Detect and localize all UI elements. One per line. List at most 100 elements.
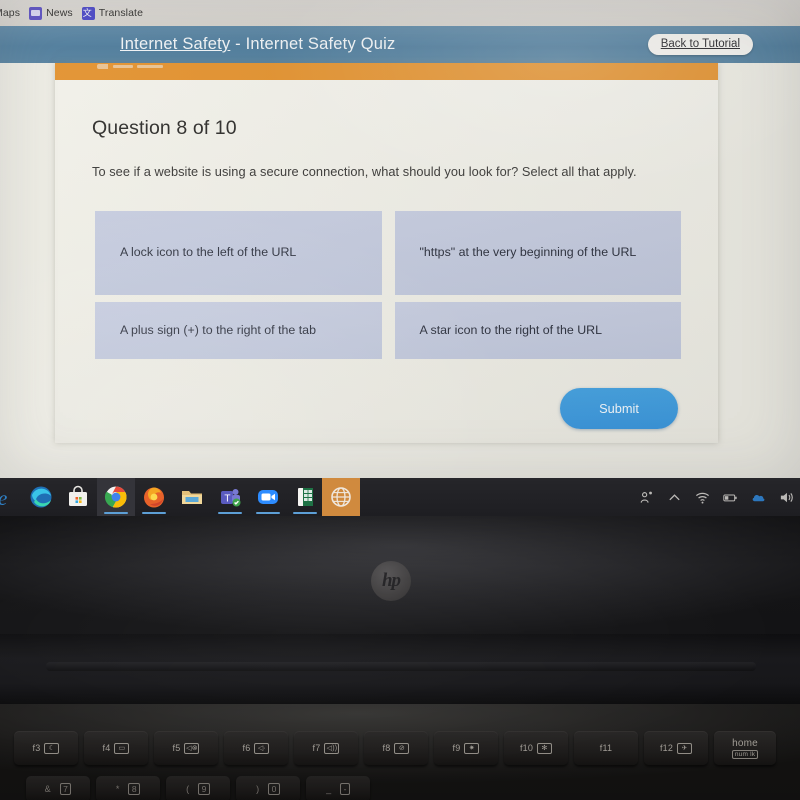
answer-option-1[interactable]: A lock icon to the left of the URL — [95, 211, 382, 295]
key-label: f9 — [452, 743, 461, 753]
chevron-up-icon[interactable] — [667, 490, 682, 505]
taskbar-item-globe-app[interactable] — [322, 478, 360, 516]
question-counter: Question 8 of 10 — [92, 117, 237, 139]
key-f12[interactable]: f12 ✈ — [644, 731, 708, 765]
key-f11[interactable]: f11 — [574, 731, 638, 765]
bookmark-maps[interactable]: Maps — [0, 7, 20, 19]
key-f3[interactable]: f3 ☾ — [14, 731, 78, 765]
key-label: f11 — [599, 743, 613, 753]
internet-explorer-icon: e — [0, 486, 7, 510]
answer-row-2: A plus sign (+) to the right of the tab … — [95, 302, 681, 359]
bookmark-label: News — [46, 7, 73, 19]
key-8[interactable]: * 8 — [96, 776, 160, 800]
key-label: f6 — [242, 743, 251, 753]
quiz-name: Internet Safety Quiz — [245, 35, 396, 53]
bookmark-label: Maps — [0, 7, 21, 19]
bookmark-news[interactable]: News — [29, 6, 73, 20]
key-label: 7 — [59, 783, 72, 795]
key-f4[interactable]: f4 ▭ — [84, 731, 148, 765]
key-7[interactable]: & 7 — [26, 776, 90, 800]
taskbar-item-google-chrome[interactable] — [97, 478, 135, 516]
key-label: f4 — [102, 743, 111, 753]
mute-icon: ◁⊗ — [184, 742, 200, 754]
news-icon — [29, 6, 43, 20]
key-0[interactable]: ) 0 — [236, 776, 300, 800]
microsoft-teams-icon: T — [221, 489, 241, 507]
taskbar-item-file-explorer[interactable] — [173, 478, 211, 516]
key-f7[interactable]: f7 ◁)) — [294, 731, 358, 765]
brightness-down-icon: ✷ — [464, 742, 480, 754]
globe-icon — [331, 487, 351, 507]
key-f6[interactable]: f6 ◁· — [224, 731, 288, 765]
people-share-icon[interactable] — [639, 490, 654, 505]
key-label: f3 — [32, 743, 41, 753]
key-label: home — [732, 737, 758, 749]
volume-down-icon: ◁· — [254, 742, 270, 754]
key-label: - — [340, 783, 350, 795]
svg-text:T: T — [224, 494, 230, 505]
taskbar-item-microsoft-store[interactable] — [59, 478, 97, 516]
bookmark-translate[interactable]: Translate — [81, 6, 144, 20]
system-tray — [639, 478, 794, 516]
bookmark-label: Translate — [98, 7, 144, 19]
key-label: f8 — [382, 743, 391, 753]
key-f10[interactable]: f10 ✻ — [504, 731, 568, 765]
answer-option-3[interactable]: A plus sign (+) to the right of the tab — [95, 302, 382, 359]
key-f5[interactable]: f5 ◁⊗ — [154, 731, 218, 765]
airplane-icon: ✈ — [677, 742, 693, 754]
volume-icon[interactable] — [779, 490, 794, 505]
key-f9[interactable]: f9 ✷ — [434, 731, 498, 765]
breadcrumb[interactable]: Internet Safety — [120, 35, 230, 53]
microsoft-excel-icon — [298, 488, 313, 506]
windows-taskbar: e — [0, 478, 800, 516]
breadcrumb-separator: - — [230, 35, 246, 53]
wifi-icon[interactable] — [695, 490, 710, 505]
microsoft-edge-icon — [30, 486, 52, 508]
battery-icon[interactable] — [723, 490, 738, 505]
laptop-bezel: hp — [0, 516, 800, 634]
moon-icon: ☾ — [44, 742, 60, 754]
answer-row-1: A lock icon to the left of the URL "http… — [95, 211, 681, 295]
taskbar-item-microsoft-edge[interactable] — [22, 478, 60, 516]
taskbar-item-microsoft-teams[interactable]: T — [211, 478, 249, 516]
taskbar-item-mozilla-firefox[interactable] — [135, 478, 173, 516]
hp-logo: hp — [371, 561, 411, 601]
key-home[interactable]: home num lk — [714, 731, 776, 765]
key-sublabel: num lk — [731, 749, 759, 759]
answer-option-2[interactable]: "https" at the very beginning of the URL — [394, 211, 681, 295]
key-label: 0 — [268, 783, 280, 795]
key-label: f7 — [312, 743, 321, 753]
number-key-row: & 7 * 8 ( 9 ) 0 _ - — [0, 776, 800, 800]
back-to-tutorial-button[interactable]: Back to Tutorial — [647, 34, 753, 55]
laptop-hinge — [0, 634, 800, 704]
taskbar-item-zoom[interactable] — [249, 478, 287, 516]
page-background: Question 8 of 10 To see if a website is … — [0, 63, 800, 478]
key-shift-label: & — [44, 784, 51, 794]
key-shift-label: _ — [326, 784, 332, 794]
key-9[interactable]: ( 9 — [166, 776, 230, 800]
answer-options-grid: A lock icon to the left of the URL "http… — [95, 211, 681, 366]
file-explorer-icon — [182, 491, 202, 504]
key-label: f12 — [659, 743, 674, 753]
microsoft-store-icon — [69, 485, 87, 506]
svg-text:e: e — [0, 486, 7, 510]
key-label: 8 — [128, 783, 141, 795]
page-title: Internet Safety - Internet Safety Quiz — [120, 35, 395, 54]
mic-mute-icon: ⊘ — [394, 742, 410, 754]
key-label: 9 — [198, 783, 210, 795]
key-label: f5 — [172, 743, 181, 753]
taskbar-item-microsoft-excel[interactable] — [286, 478, 324, 516]
translate-icon — [81, 6, 95, 20]
key-f8[interactable]: f8 ⊘ — [364, 731, 428, 765]
laptop-screen: Maps News Translate Internet Safety - In… — [0, 0, 800, 478]
zoom-icon — [258, 490, 278, 504]
quiz-header-bar: Internet Safety - Internet Safety Quiz B… — [0, 26, 800, 63]
answer-option-4[interactable]: A star icon to the right of the URL — [394, 302, 681, 359]
submit-button[interactable]: Submit — [560, 388, 678, 429]
hp-logo-text: hp — [381, 570, 401, 591]
onedrive-cloud-icon[interactable] — [751, 490, 766, 505]
clipped-toolbar-remnant — [97, 59, 167, 73]
browser-bookmarks-bar: Maps News Translate — [0, 0, 800, 26]
quiz-card: Question 8 of 10 To see if a website is … — [55, 63, 718, 443]
key-minus[interactable]: _ - — [306, 776, 370, 800]
